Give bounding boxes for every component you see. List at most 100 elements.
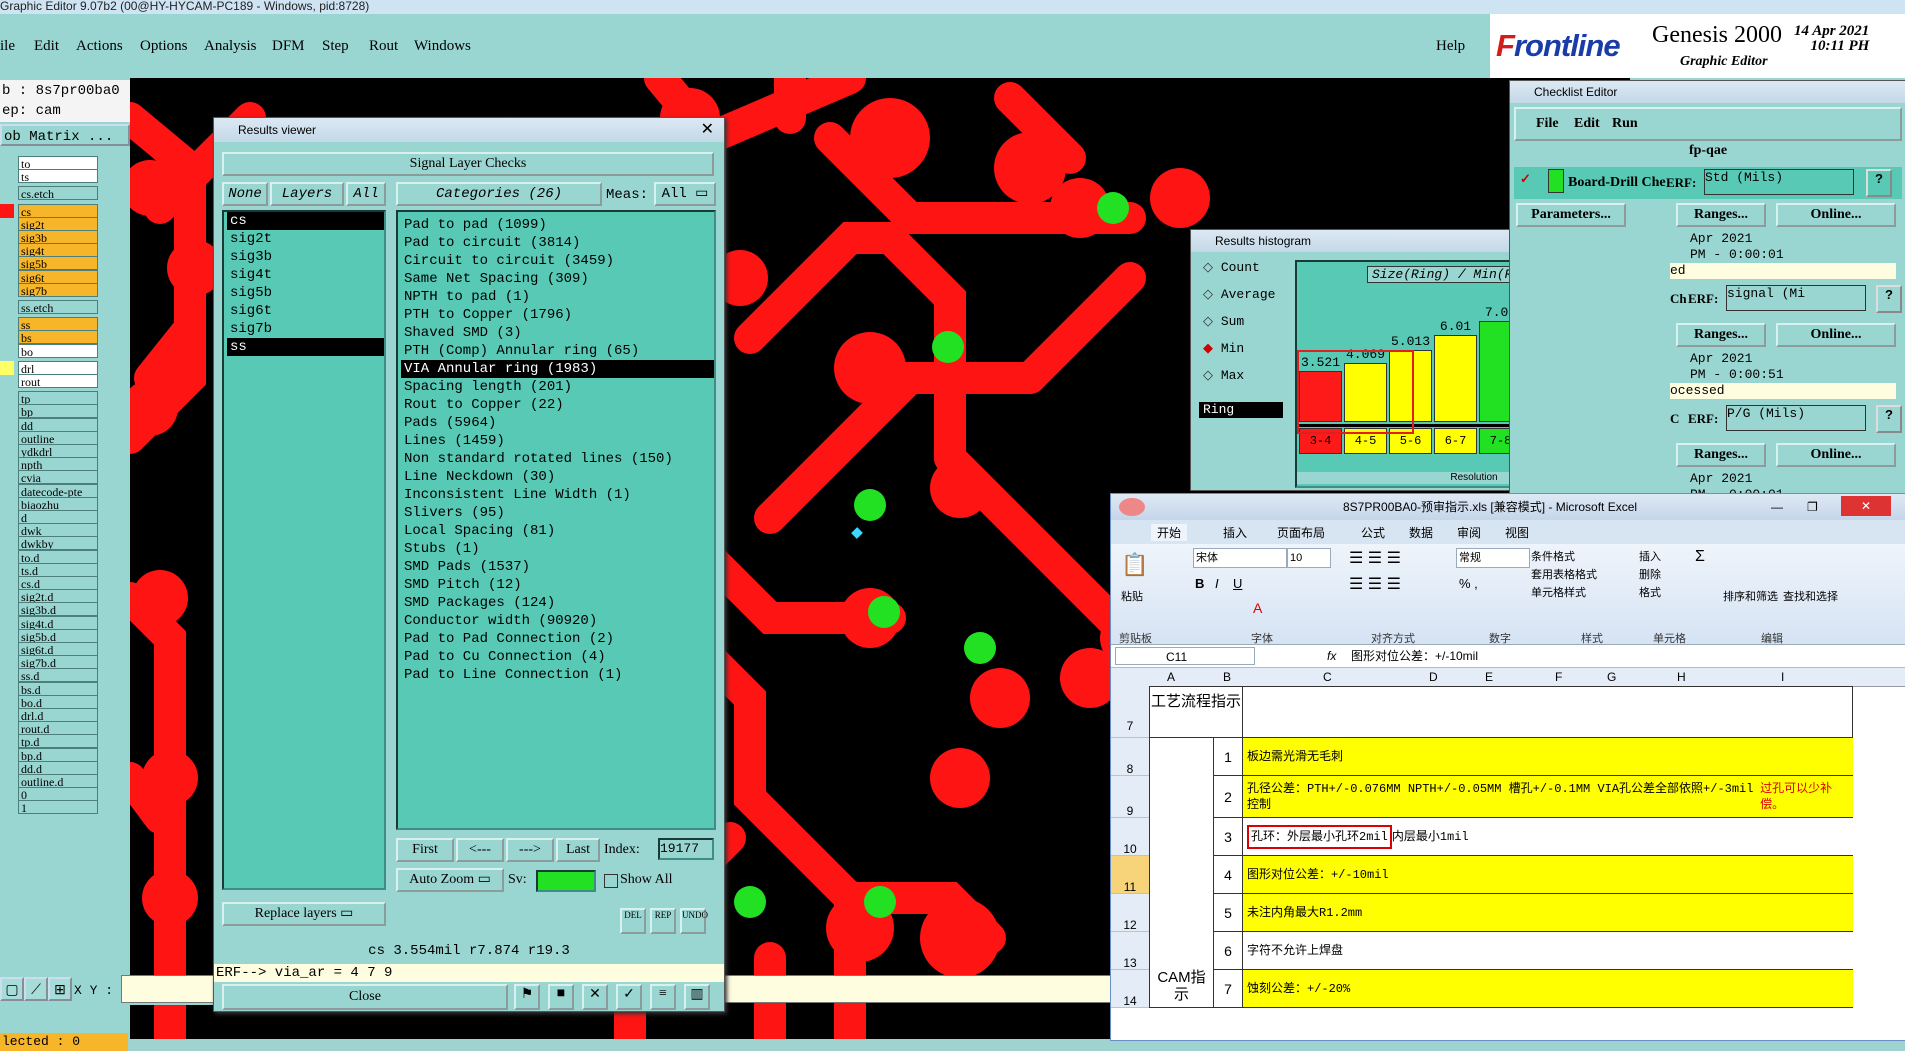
- category-item[interactable]: Same Net Spacing (309): [401, 270, 714, 288]
- online-button-1[interactable]: Online...: [1776, 203, 1896, 227]
- layer-item[interactable]: npth: [18, 457, 98, 472]
- process-header-cell[interactable]: 工艺流程指示: [1149, 686, 1243, 738]
- row-header[interactable]: 14: [1111, 970, 1149, 1008]
- category-item[interactable]: Conductor width (90920): [401, 612, 714, 630]
- item-number-cell[interactable]: 3: [1213, 818, 1243, 856]
- categories-button[interactable]: Categories (26): [396, 182, 602, 206]
- layer-color-swatch[interactable]: [0, 360, 14, 375]
- result-layer-item[interactable]: sig5b: [227, 284, 384, 302]
- category-item[interactable]: VIA Annular ring (1983): [401, 360, 714, 378]
- instruction-cell[interactable]: 未注内角最大R1.2mm: [1243, 894, 1853, 932]
- result-layer-item[interactable]: sig4t: [227, 266, 384, 284]
- lamp-icon[interactable]: ⚑: [514, 984, 540, 1010]
- menu-run[interactable]: Run: [1612, 116, 1638, 132]
- layer-item[interactable]: sig6t.d: [18, 642, 98, 656]
- layer-item[interactable]: sig7b: [18, 282, 98, 297]
- layer-item[interactable]: sig2t: [18, 216, 98, 231]
- item-number-cell[interactable]: 5: [1213, 894, 1243, 932]
- align-icons[interactable]: ☰ ☰ ☰: [1349, 548, 1401, 568]
- menu-rout[interactable]: Rout: [369, 38, 398, 55]
- category-item[interactable]: Shaved SMD (3): [401, 324, 714, 342]
- stop-icon[interactable]: ■: [548, 984, 574, 1010]
- menu-file[interactable]: File: [1536, 116, 1559, 132]
- menu-windows[interactable]: Windows: [414, 38, 471, 55]
- layer-item[interactable]: rout.d: [18, 721, 98, 736]
- align-icons-2[interactable]: ☰ ☰ ☰: [1349, 574, 1401, 594]
- category-item[interactable]: Stubs (1): [401, 540, 714, 558]
- office-button-icon[interactable]: [1119, 498, 1145, 516]
- item-number-cell[interactable]: 2: [1213, 776, 1243, 818]
- find-select-button[interactable]: 查找和选择: [1783, 588, 1838, 604]
- layer-item[interactable]: sig3b.d: [18, 602, 98, 617]
- layer-item[interactable]: cvia: [18, 470, 98, 485]
- menu-actions[interactable]: Actions: [76, 38, 123, 55]
- instruction-cell[interactable]: 蚀刻公差：+/-20%: [1243, 970, 1853, 1008]
- layer-item[interactable]: bo: [18, 343, 98, 358]
- delete-cells-button[interactable]: 删除: [1639, 566, 1661, 582]
- table-format-button[interactable]: 套用表格格式: [1531, 566, 1597, 582]
- layer-item[interactable]: ts.d: [18, 562, 98, 577]
- close-icon[interactable]: ✕: [1841, 496, 1891, 516]
- check-row-3[interactable]: C ERF: P/G (Mils) ?: [1670, 405, 1902, 433]
- next-button[interactable]: --->: [506, 838, 554, 862]
- category-item[interactable]: Spacing length (201): [401, 378, 714, 396]
- layer-item[interactable]: d: [18, 510, 98, 524]
- help-icon[interactable]: ?: [1876, 285, 1902, 313]
- maximize-icon[interactable]: ❐: [1807, 494, 1818, 520]
- online-button-3[interactable]: Online...: [1776, 443, 1896, 467]
- last-button[interactable]: Last: [556, 838, 600, 862]
- layer-item[interactable]: ss.d: [18, 668, 98, 683]
- layer-item[interactable]: 0: [18, 787, 98, 802]
- layer-item[interactable]: cs.etch: [18, 186, 98, 201]
- category-item[interactable]: Local Spacing (81): [401, 522, 714, 540]
- job-matrix-button[interactable]: ob Matrix ...: [0, 124, 130, 146]
- layer-item[interactable]: sig4t: [18, 243, 98, 258]
- bold-icon[interactable]: B: [1195, 576, 1204, 591]
- histogram-icon[interactable]: ▥: [684, 984, 710, 1010]
- layer-item[interactable]: 1: [18, 800, 98, 815]
- paste-icon[interactable]: 📋: [1121, 552, 1148, 578]
- erf-value[interactable]: signal (Mi: [1726, 285, 1866, 311]
- tab-page-layout[interactable]: 页面布局: [1277, 524, 1325, 541]
- show-all-checkbox[interactable]: [604, 874, 618, 888]
- erf-value[interactable]: Std (Mils): [1704, 169, 1854, 195]
- layer-item[interactable]: drl.d: [18, 708, 98, 722]
- category-list[interactable]: Pad to pad (1099) Pad to circuit (3814) Ci…: [396, 210, 716, 830]
- paste-button[interactable]: 粘贴: [1121, 588, 1143, 604]
- row-header[interactable]: 12: [1111, 894, 1149, 932]
- menu-edit[interactable]: Edit: [34, 38, 59, 55]
- minimize-icon[interactable]: —: [1771, 494, 1783, 520]
- first-button[interactable]: First: [396, 838, 454, 862]
- menu-edit[interactable]: Edit: [1574, 116, 1600, 132]
- row-header[interactable]: 8: [1111, 738, 1149, 776]
- result-layer-item[interactable]: cs: [227, 212, 384, 230]
- help-icon[interactable]: ?: [1876, 405, 1902, 433]
- formula-input[interactable]: 图形对位公差：+/-10mil: [1351, 645, 1478, 667]
- cam-instruction-cell[interactable]: CAM指示: [1149, 738, 1213, 1008]
- layer-item[interactable]: sig5b: [18, 256, 98, 271]
- layer-item[interactable]: tp: [18, 391, 98, 406]
- category-item[interactable]: PTH to Copper (1796): [401, 306, 714, 324]
- grid-icon[interactable]: ⊞: [48, 977, 72, 1001]
- layer-item[interactable]: sig6t: [18, 269, 98, 284]
- category-item[interactable]: Pad to circuit (3814): [401, 234, 714, 252]
- layer-item[interactable]: ss.etch: [18, 300, 98, 314]
- instruction-cell[interactable]: 板边需光滑无毛刺: [1243, 738, 1853, 776]
- layer-item[interactable]: dwkby: [18, 536, 98, 551]
- instruction-cell[interactable]: 孔环：外层最小孔环2mil 内层最小1mil: [1243, 818, 1853, 856]
- meas-dropdown[interactable]: All ▭: [654, 182, 716, 206]
- close-icon[interactable]: ✕: [701, 118, 714, 142]
- all-button[interactable]: All: [346, 182, 386, 206]
- italic-icon[interactable]: I: [1215, 576, 1219, 591]
- histogram-option-max[interactable]: ◇ Max: [1203, 368, 1244, 383]
- row-header[interactable]: 13: [1111, 932, 1149, 970]
- result-layer-item[interactable]: sig2t: [227, 230, 384, 248]
- row-header[interactable]: 10: [1111, 818, 1149, 856]
- sort-filter-button[interactable]: 排序和筛选: [1723, 588, 1778, 604]
- layer-item[interactable]: dd.d: [18, 760, 98, 775]
- layer-item[interactable]: outline: [18, 430, 98, 445]
- sum-icon[interactable]: Σ: [1695, 548, 1705, 566]
- format-cells-button[interactable]: 格式: [1639, 584, 1661, 600]
- check-row-1[interactable]: ✓ Board-Drill Che ERF: Std (Mils) ?: [1514, 167, 1902, 199]
- row7-cell[interactable]: [1243, 686, 1853, 738]
